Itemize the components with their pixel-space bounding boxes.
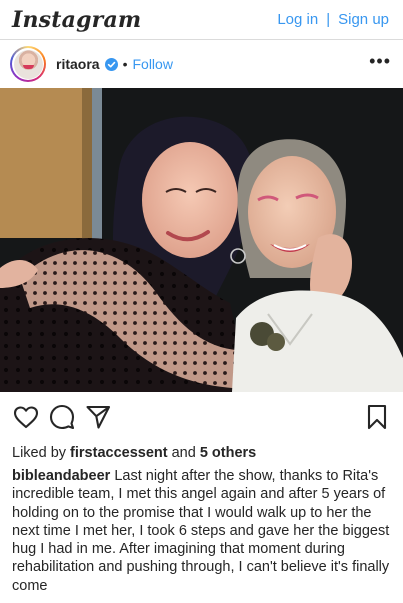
- comment-icon[interactable]: [48, 403, 76, 431]
- caption-username[interactable]: bibleandabeer: [12, 468, 110, 484]
- login-link[interactable]: Log in: [277, 11, 318, 28]
- avatar[interactable]: [10, 46, 46, 82]
- header-dot: •: [122, 56, 128, 72]
- post-photo[interactable]: [0, 88, 403, 392]
- follow-button[interactable]: Follow: [132, 56, 172, 72]
- post-actions: [0, 400, 403, 434]
- avatar-inner: [12, 48, 44, 80]
- signup-link[interactable]: Sign up: [338, 11, 389, 28]
- more-options-icon[interactable]: •••: [369, 52, 391, 76]
- post-caption: bibleandabeer Last night after the show,…: [12, 467, 396, 595]
- heart-icon[interactable]: [12, 403, 40, 431]
- auth-separator: |: [326, 11, 331, 28]
- likes-prefix: Liked by: [12, 445, 71, 461]
- instagram-logo[interactable]: Instagram: [12, 7, 141, 33]
- likes-middle: and: [167, 445, 200, 461]
- verified-badge-icon: [104, 57, 118, 71]
- top-navigation-bar: Instagram Log in | Sign up: [0, 0, 403, 40]
- send-icon[interactable]: [84, 403, 112, 431]
- auth-links: Log in | Sign up: [277, 11, 389, 28]
- liker-username[interactable]: firstaccessent: [70, 445, 168, 461]
- post-header: ritaora • Follow •••: [0, 40, 403, 88]
- caption-text: Last night after the show, thanks to Rit…: [12, 468, 390, 594]
- post-username[interactable]: ritaora: [56, 56, 100, 72]
- bookmark-icon[interactable]: [363, 403, 391, 431]
- avatar-image: [13, 49, 43, 79]
- likes-line: Liked by firstaccessent and 5 others: [12, 444, 392, 462]
- likes-others[interactable]: 5 others: [200, 445, 256, 461]
